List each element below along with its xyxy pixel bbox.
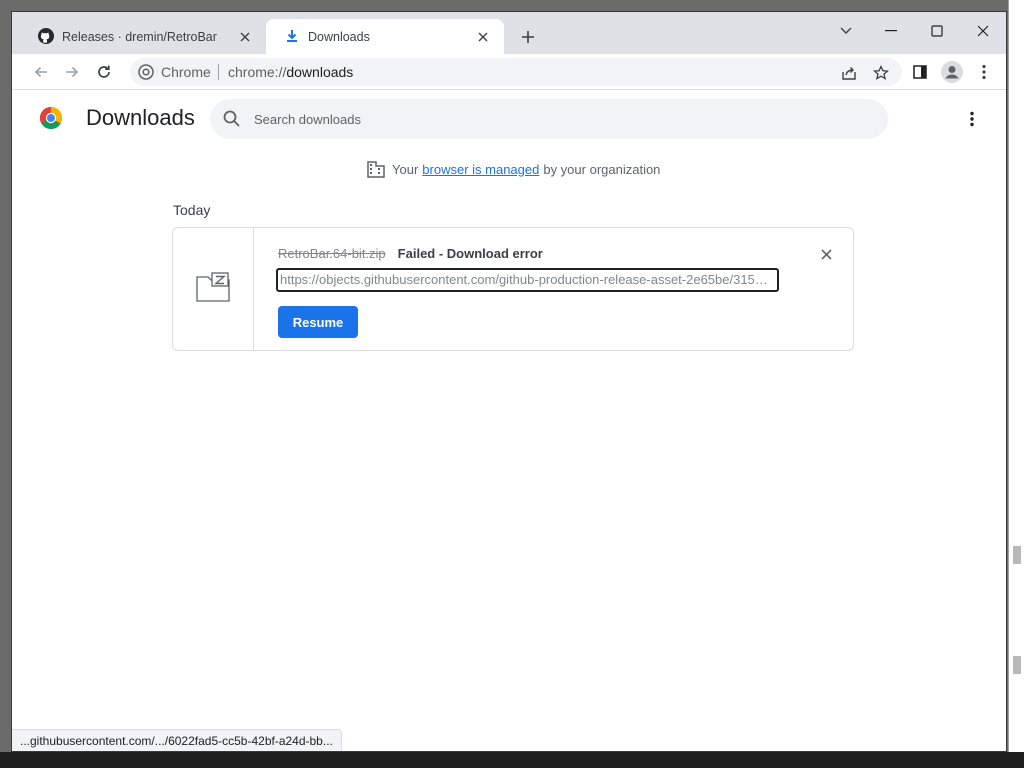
omnibox-url: chrome://downloads <box>228 64 353 80</box>
profile-button[interactable] <box>939 59 965 85</box>
close-window-button[interactable] <box>970 18 996 44</box>
resume-button[interactable]: Resume <box>278 306 358 338</box>
new-tab-button[interactable] <box>518 27 538 47</box>
back-icon <box>34 66 47 78</box>
omnibox[interactable]: Chrome chrome://downloads <box>130 58 902 86</box>
maximize-button[interactable] <box>924 18 950 44</box>
building-icon <box>367 161 385 178</box>
downloads-menu-button[interactable] <box>962 107 982 131</box>
desktop-scroll-mark <box>1013 546 1021 564</box>
page-title: Downloads <box>86 105 195 130</box>
managed-notice: Your browser is managed by your organiza… <box>366 159 660 179</box>
side-panel-icon <box>913 65 927 79</box>
downloads-page: Downloads Your browser is managed by you… <box>12 91 1006 751</box>
forward-icon <box>66 66 79 78</box>
search-input[interactable] <box>254 109 854 129</box>
browser-toolbar: Chrome chrome://downloads <box>12 54 1006 90</box>
github-icon <box>38 28 54 44</box>
menu-icon <box>982 64 986 80</box>
download-filename[interactable]: RetroBar.64-bit.zip <box>278 246 386 261</box>
status-bubble: ...githubusercontent.com/.../6022fad5-cc… <box>12 729 342 751</box>
tab-title: Downloads <box>308 29 370 44</box>
plus-icon <box>522 31 534 43</box>
download-icon <box>287 30 297 42</box>
download-status: Failed - Download error <box>397 246 543 261</box>
tab-strip: Releases · dremin/RetroBar Downloads <box>12 12 1006 54</box>
browser-window: Releases · dremin/RetroBar Downloads Chr… <box>11 11 1007 752</box>
tab-releases[interactable]: Releases · dremin/RetroBar <box>20 19 266 54</box>
download-name-row: RetroBar.64-bit.zip Failed - Download err… <box>278 246 543 261</box>
date-header: Today <box>173 202 211 218</box>
url-scheme: chrome:// <box>228 64 287 80</box>
omnibox-separator <box>218 64 219 80</box>
tab-title: Releases · dremin/RetroBar <box>62 29 217 44</box>
reload-button[interactable] <box>91 59 117 85</box>
url-host: downloads <box>286 64 354 80</box>
chrome-logo-icon <box>39 107 63 130</box>
tab-close-icon[interactable] <box>236 28 254 46</box>
maximize-icon <box>931 25 943 37</box>
tab-downloads[interactable]: Downloads <box>266 19 504 54</box>
managed-suffix: by your organization <box>543 161 661 177</box>
tab-search-icon <box>840 27 852 34</box>
close-icon <box>820 248 832 260</box>
bookmark-star-icon <box>873 65 889 80</box>
file-icon-column <box>173 228 254 350</box>
forward-button[interactable] <box>59 59 85 85</box>
profile-icon <box>941 61 963 83</box>
minimize-button[interactable] <box>878 18 904 44</box>
search-box[interactable] <box>210 99 888 139</box>
tab-close-icon[interactable] <box>474 28 492 46</box>
close-icon <box>977 25 989 37</box>
remove-download-button[interactable] <box>816 244 836 264</box>
download-item: RetroBar.64-bit.zip Failed - Download err… <box>172 227 854 351</box>
omnibox-chip-label: Chrome <box>161 64 211 80</box>
more-vert-icon <box>970 111 974 127</box>
search-icon <box>223 110 240 127</box>
managed-prefix: Your <box>392 161 419 177</box>
share-icon <box>842 67 856 80</box>
share-button[interactable] <box>838 62 860 84</box>
reload-icon <box>98 65 110 78</box>
minimize-icon <box>885 30 897 32</box>
browser-menu-button[interactable] <box>971 59 997 85</box>
chrome-page-icon <box>138 64 154 80</box>
back-button[interactable] <box>28 59 54 85</box>
side-panel-button[interactable] <box>907 59 933 85</box>
download-url-link[interactable]: https://objects.githubusercontent.com/gi… <box>276 268 779 292</box>
desktop-background-strip <box>1008 0 1024 768</box>
zip-file-icon <box>196 272 230 302</box>
bookmark-button[interactable] <box>870 62 892 84</box>
desktop-bottom-edge <box>0 752 1024 768</box>
tab-search-button[interactable] <box>833 18 859 44</box>
desktop-scroll-mark <box>1013 656 1021 674</box>
managed-link[interactable]: browser is managed <box>422 162 539 177</box>
